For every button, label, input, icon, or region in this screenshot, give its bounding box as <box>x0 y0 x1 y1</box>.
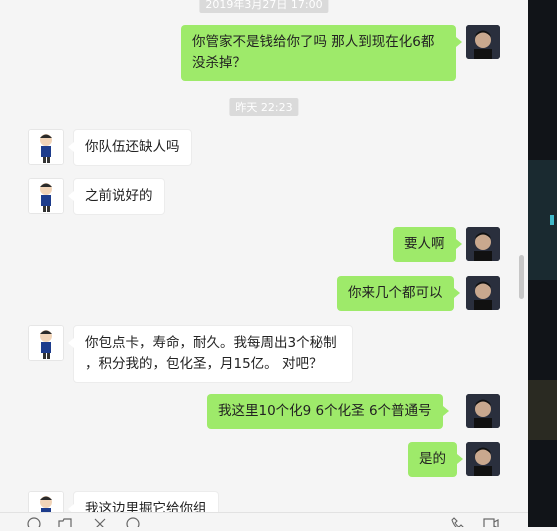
input-toolbar <box>0 512 528 527</box>
message-line: ，积分我的，包化圣，月15亿。 对吧？ <box>85 356 323 372</box>
message-bubble-outgoing[interactable]: 你管家不是钱给你了吗 那人到现在化6都 没杀掉？ <box>181 25 462 81</box>
chat-bubble-icon[interactable] <box>126 517 140 527</box>
contact-avatar[interactable] <box>28 178 64 214</box>
folder-icon[interactable] <box>58 517 72 527</box>
scissors-icon[interactable] <box>93 517 107 527</box>
message-bubble-outgoing[interactable]: 你来几个都可以 <box>337 276 459 311</box>
self-avatar[interactable] <box>466 276 500 310</box>
self-avatar[interactable] <box>466 227 500 261</box>
message-bubble-incoming[interactable]: 之前说好的 <box>68 178 165 215</box>
scrollbar[interactable] <box>519 255 524 299</box>
message-line: 你管家不是钱给你了吗 那人到现在化6都 <box>192 34 435 50</box>
self-avatar[interactable] <box>466 25 500 59</box>
contact-avatar[interactable] <box>28 325 64 361</box>
message-bubble-outgoing[interactable]: 我这里10个化9 6个化圣 6个普通号 <box>207 394 449 429</box>
timestamp-top: 2019年3月27日 17:00 <box>199 0 329 13</box>
contact-avatar[interactable] <box>28 129 64 165</box>
timestamp-yesterday: 昨天 22:23 <box>229 98 299 116</box>
video-icon[interactable] <box>483 517 499 527</box>
message-bubble-incoming[interactable]: 你队伍还缺人吗 <box>68 129 192 166</box>
message-bubble-outgoing[interactable]: 要人啊 <box>393 227 461 262</box>
message-line: 没杀掉？ <box>192 55 246 71</box>
chat-panel: 2019年3月27日 17:00 你管家不是钱给你了吗 那人到现在化6都 没杀掉… <box>0 0 528 527</box>
background-window-edge <box>528 0 557 527</box>
self-avatar[interactable] <box>466 442 500 476</box>
self-avatar[interactable] <box>466 394 500 428</box>
phone-icon[interactable] <box>451 517 465 527</box>
message-bubble-incoming[interactable]: 你包点卡，寿命，耐久。我每周出3个秘制 ，积分我的，包化圣，月15亿。 对吧？ <box>68 325 353 383</box>
message-line: 你包点卡，寿命，耐久。我每周出3个秘制 <box>85 335 337 351</box>
message-bubble-outgoing[interactable]: 是的 <box>408 442 463 477</box>
emoji-icon[interactable] <box>27 517 41 527</box>
